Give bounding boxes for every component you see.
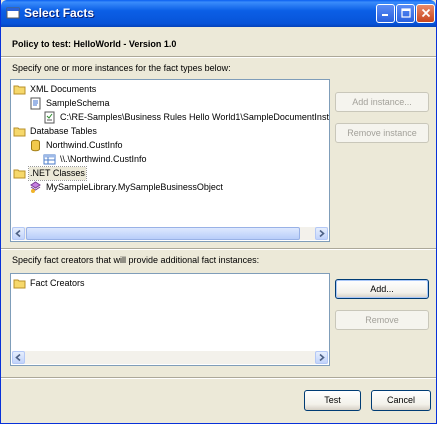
creators-horizontal-scrollbar[interactable] bbox=[12, 351, 328, 364]
chevron-left-icon bbox=[15, 229, 21, 238]
chevron-left-icon bbox=[15, 353, 21, 362]
footer-separator bbox=[1, 377, 436, 379]
schema-icon bbox=[29, 97, 42, 110]
section-separator bbox=[1, 248, 436, 250]
folder-icon bbox=[13, 277, 26, 290]
policy-label: Policy to test: HelloWorld - Version 1.0 bbox=[12, 39, 177, 49]
remove-instance-button[interactable]: Remove instance bbox=[335, 123, 429, 143]
select-facts-dialog: Select Facts Policy to test: HelloWorld … bbox=[0, 0, 437, 424]
fact-instances-tree[interactable]: XML Documents SampleSchema C:\RE-Samples… bbox=[10, 79, 330, 242]
chevron-right-icon bbox=[319, 229, 325, 238]
scroll-right-button[interactable] bbox=[315, 227, 328, 240]
document-instance-icon bbox=[43, 111, 56, 124]
folder-icon bbox=[13, 125, 26, 138]
minimize-icon bbox=[382, 14, 388, 16]
fact-creators-tree[interactable]: Fact Creators bbox=[10, 273, 330, 366]
test-button[interactable]: Test bbox=[304, 390, 361, 411]
cancel-button[interactable]: Cancel bbox=[371, 390, 431, 411]
maximize-button[interactable] bbox=[396, 4, 415, 23]
class-icon bbox=[29, 181, 42, 194]
instances-instruction: Specify one or more instances for the fa… bbox=[12, 63, 231, 73]
table-instance-icon bbox=[43, 153, 56, 166]
database-icon bbox=[29, 139, 42, 152]
close-icon bbox=[421, 8, 430, 18]
header-separator bbox=[1, 56, 436, 58]
window-title: Select Facts bbox=[24, 6, 95, 20]
title-bar[interactable]: Select Facts bbox=[1, 0, 436, 27]
scroll-left-button[interactable] bbox=[12, 227, 25, 240]
scroll-left-button[interactable] bbox=[12, 351, 25, 364]
close-button[interactable] bbox=[416, 4, 435, 23]
remove-creator-button[interactable]: Remove bbox=[335, 310, 429, 330]
scroll-right-button[interactable] bbox=[315, 351, 328, 364]
dialog-icon bbox=[6, 6, 20, 20]
maximize-icon bbox=[400, 8, 411, 18]
folder-icon bbox=[13, 83, 26, 96]
instances-horizontal-scrollbar[interactable] bbox=[12, 227, 328, 240]
chevron-right-icon bbox=[319, 353, 325, 362]
scroll-thumb[interactable] bbox=[26, 227, 300, 240]
minimize-button[interactable] bbox=[376, 4, 395, 23]
folder-icon bbox=[13, 167, 26, 180]
creators-instruction: Specify fact creators that will provide … bbox=[12, 255, 260, 265]
add-creator-button[interactable]: Add... bbox=[335, 279, 429, 299]
add-instance-button[interactable]: Add instance... bbox=[335, 92, 429, 112]
